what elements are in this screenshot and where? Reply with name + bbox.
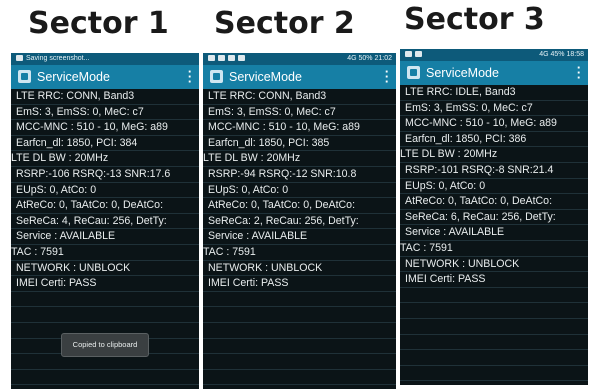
sector-2-screen: 4G 50% 21:02 ServiceMode · · · LTE RRC: CO… (203, 53, 396, 389)
info-line: MCC-MNC : 510 - 10, MeG: a89 (11, 120, 199, 136)
status-bar-left: Saving screenshot... (16, 53, 89, 65)
info-line: AtReCo: 0, TaAtCo: 0, DeAtCo: (11, 198, 199, 214)
sector-2-title: Sector 2 (214, 6, 355, 41)
sector-1-screen: Saving screenshot... ServiceMode · · · LTE… (11, 53, 199, 389)
info-line: Earfcn_dl: 1850, PCI: 384 (11, 136, 199, 152)
empty-line (400, 335, 588, 351)
empty-line (203, 354, 396, 370)
app-icon (18, 70, 31, 83)
info-line: SeReCa: 6, ReCau: 256, DetTy: (400, 210, 588, 226)
info-line: TAC : 7591 (203, 245, 396, 261)
info-line: EmS: 3, EmSS: 0, MeC: c7 (203, 105, 396, 121)
overflow-menu-icon[interactable]: · · · (576, 61, 582, 84)
app-icon (407, 66, 420, 79)
info-line: LTE DL BW : 20MHz (203, 151, 396, 167)
info-line: RSRP:-101 RSRQ:-8 SNR:21.4 (400, 163, 588, 179)
empty-line (400, 350, 588, 366)
sync-icon (218, 55, 225, 62)
info-line: IMEI Certi: PASS (400, 272, 588, 288)
overflow-menu-icon[interactable]: · · · (384, 65, 390, 88)
info-line: EmS: 3, EmSS: 0, MeC: c7 (400, 101, 588, 117)
empty-line (203, 323, 396, 339)
info-line: LTE RRC: CONN, Band3 (203, 89, 396, 105)
app-bar: ServiceMode · · · (400, 61, 588, 85)
empty-line (400, 366, 588, 382)
info-line: EUpS: 0, AtCo: 0 (400, 179, 588, 195)
info-line: AtReCo: 0, TaAtCo: 0, DeAtCo: (400, 194, 588, 210)
app-notification-icon (415, 51, 422, 58)
info-line: SeReCa: 4, ReCau: 256, DetTy: (11, 214, 199, 230)
empty-line (11, 292, 199, 308)
empty-line (203, 370, 396, 386)
info-line: SeReCa: 2, ReCau: 256, DetTy: (203, 214, 396, 230)
info-line: NETWORK : UNBLOCK (203, 261, 396, 277)
empty-line (203, 339, 396, 355)
info-line: MCC-MNC : 510 - 10, MeG: a89 (400, 116, 588, 132)
empty-line (11, 370, 199, 386)
info-line: TAC : 7591 (400, 241, 588, 257)
info-line: IMEI Certi: PASS (11, 276, 199, 292)
status-bar: 4G 45% 18:58 (400, 49, 588, 61)
info-line: LTE RRC: IDLE, Band3 (400, 85, 588, 101)
info-line: TAC : 7591 (11, 245, 199, 261)
clipboard-toast: Copied to clipboard (61, 333, 149, 357)
app-title: ServiceMode (426, 66, 499, 80)
info-line: RSRP:-106 RSRQ:-13 SNR:17.6 (11, 167, 199, 183)
sector-1-title: Sector 1 (28, 6, 169, 41)
app-icon (210, 70, 223, 83)
info-line: EUpS: 0, AtCo: 0 (203, 183, 396, 199)
overflow-menu-icon[interactable]: · · · (187, 65, 193, 88)
app-bar: ServiceMode · · · (203, 65, 396, 89)
app-bar: ServiceMode · · · (11, 65, 199, 89)
info-line: Service : AVAILABLE (400, 225, 588, 241)
info-line: LTE DL BW : 20MHz (400, 147, 588, 163)
sector-3-title: Sector 3 (404, 2, 545, 37)
info-line: LTE DL BW : 20MHz (11, 151, 199, 167)
info-line: Service : AVAILABLE (11, 229, 199, 245)
status-bar-left (405, 49, 425, 61)
empty-line (203, 307, 396, 323)
app-title: ServiceMode (229, 70, 302, 84)
image-icon (238, 55, 245, 62)
info-line: IMEI Certi: PASS (203, 276, 396, 292)
mail-icon (208, 55, 215, 62)
screenshot-icon (16, 55, 23, 62)
sector-3-screen: 4G 45% 18:58 ServiceMode · · · LTE RRC: ID… (400, 49, 588, 385)
info-line: RSRP:-94 RSRQ:-12 SNR:10.8 (203, 167, 396, 183)
empty-line (400, 303, 588, 319)
info-line: AtReCo: 0, TaAtCo: 0, DeAtCo: (203, 198, 396, 214)
info-line: NETWORK : UNBLOCK (11, 261, 199, 277)
info-line: LTE RRC: CONN, Band3 (11, 89, 199, 105)
empty-line (400, 288, 588, 304)
status-bar: Saving screenshot... (11, 53, 199, 65)
info-line: EUpS: 0, AtCo: 0 (11, 183, 199, 199)
empty-line (203, 292, 396, 308)
app-title: ServiceMode (37, 70, 110, 84)
info-list: LTE RRC: IDLE, Band3 EmS: 3, EmSS: 0, Me… (400, 85, 588, 382)
empty-line (400, 319, 588, 335)
empty-line (11, 307, 199, 323)
info-line: MCC-MNC : 510 - 10, MeG: a89 (203, 120, 396, 136)
info-line: Earfcn_dl: 1850, PCI: 385 (203, 136, 396, 152)
status-bar: 4G 50% 21:02 (203, 53, 396, 65)
info-list: LTE RRC: CONN, Band3 EmS: 3, EmSS: 0, Me… (203, 89, 396, 386)
info-line: Earfcn_dl: 1850, PCI: 386 (400, 132, 588, 148)
image-icon (405, 51, 412, 58)
location-icon (228, 55, 235, 62)
info-line: NETWORK : UNBLOCK (400, 257, 588, 273)
status-bar-left (208, 53, 248, 65)
status-text: Saving screenshot... (26, 55, 90, 62)
info-line: Service : AVAILABLE (203, 229, 396, 245)
info-line: EmS: 3, EmSS: 0, MeC: c7 (11, 105, 199, 121)
